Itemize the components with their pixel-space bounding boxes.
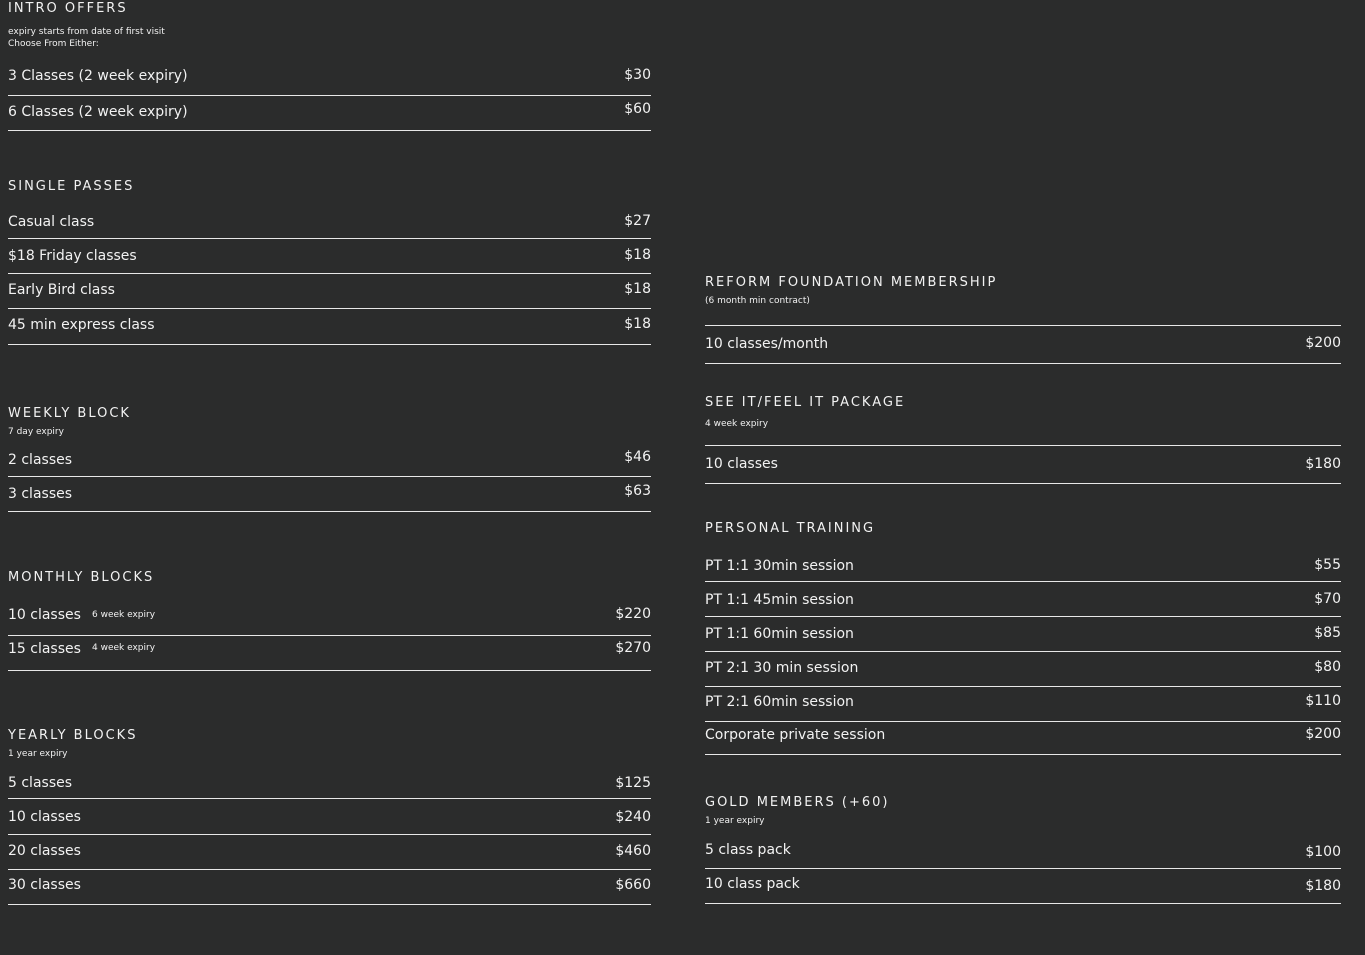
section-subtitle: 7 day expiry: [8, 427, 64, 437]
item-label: 2 classes: [8, 452, 73, 468]
item-label: PT 1:1 30min session: [705, 558, 854, 574]
item-label: 5 classes: [8, 775, 73, 791]
item-price: $125: [615, 775, 651, 791]
section-subtitle: Choose From Either:: [8, 39, 99, 49]
price-row: 20 classes $460: [8, 835, 651, 870]
item-price: $180: [1305, 456, 1341, 472]
item-price: $30: [624, 67, 651, 83]
section-subtitle: 1 year expiry: [705, 816, 765, 826]
section-subtitle: expiry starts from date of first visit: [8, 27, 165, 37]
price-row: Early Bird class $18: [8, 274, 651, 309]
item-price: $70: [1314, 591, 1341, 607]
price-row: 30 classes $660: [8, 870, 651, 905]
item-price: $240: [615, 809, 651, 825]
item-label: 6 Classes (2 week expiry): [8, 104, 188, 120]
item-price: $18: [624, 281, 651, 297]
price-row: 6 Classes (2 week expiry) $60: [8, 96, 651, 131]
item-label: 30 classes: [8, 877, 81, 893]
item-price: $46: [624, 449, 651, 465]
item-price: $85: [1314, 625, 1341, 641]
item-price: $200: [1305, 726, 1341, 742]
price-row: Casual class $27: [8, 204, 651, 239]
item-price: $200: [1305, 335, 1341, 351]
item-price: $460: [615, 843, 651, 859]
section-title: REFORM FOUNDATION MEMBERSHIP: [705, 275, 998, 290]
section-title: YEARLY BLOCKS: [8, 728, 138, 743]
price-row: 45 min express class $18: [8, 310, 651, 345]
item-price: $18: [624, 247, 651, 263]
price-row: 15 classes 4 week expiry $270: [8, 636, 651, 671]
item-price: $60: [624, 101, 651, 117]
item-label: PT 2:1 30 min session: [705, 660, 859, 676]
item-price: $55: [1314, 557, 1341, 573]
item-price: $110: [1305, 693, 1341, 709]
price-row: PT 2:1 30 min session $80: [705, 652, 1341, 687]
item-label: 3 Classes (2 week expiry): [8, 68, 188, 84]
item-label: PT 1:1 45min session: [705, 592, 854, 608]
price-row: PT 1:1 45min session $70: [705, 582, 1341, 617]
section-title: MONTHLY BLOCKS: [8, 570, 155, 585]
section-title: INTRO OFFERS: [8, 1, 128, 16]
section-subtitle: 1 year expiry: [8, 749, 68, 759]
item-label: PT 2:1 60min session: [705, 694, 854, 710]
price-row: 10 classes/month $200: [705, 329, 1341, 364]
item-label: PT 1:1 60min session: [705, 626, 854, 642]
item-label: 20 classes: [8, 843, 81, 859]
price-row: 5 classes $125: [8, 764, 651, 799]
section-title: WEEKLY BLOCK: [8, 406, 131, 421]
item-label: $18 Friday classes: [8, 248, 137, 264]
price-row: PT 1:1 60min session $85: [705, 617, 1341, 652]
price-row: 2 classes $46: [8, 442, 651, 477]
item-note: 4 week expiry: [92, 643, 156, 653]
item-label: 10 classes: [705, 456, 778, 472]
price-row: 5 class pack $100: [705, 834, 1341, 869]
item-label: Early Bird class: [8, 282, 115, 298]
item-price: $18: [624, 316, 651, 332]
price-row: Corporate private session $200: [705, 720, 1341, 755]
section-title: SEE IT/FEEL IT PACKAGE: [705, 395, 906, 410]
item-label: 5 class pack: [705, 842, 791, 858]
item-label: Corporate private session: [705, 727, 886, 743]
item-label: 10 classes: [8, 809, 81, 825]
header-rule: [705, 291, 1341, 326]
item-price: $220: [615, 606, 651, 622]
price-row: 10 class pack $180: [705, 869, 1341, 904]
item-price: $63: [624, 483, 651, 499]
item-label: 3 classes: [8, 486, 73, 502]
item-note: 6 week expiry: [92, 610, 156, 620]
item-price: $180: [1305, 878, 1341, 894]
item-label: 10 class pack: [705, 876, 800, 892]
item-price: $660: [615, 877, 651, 893]
price-row: 10 classes $180: [705, 449, 1341, 484]
item-price: $100: [1305, 844, 1341, 860]
item-price: $27: [624, 213, 651, 229]
price-row: 10 classes 6 week expiry $220: [8, 601, 651, 636]
item-label: Casual class: [8, 214, 95, 230]
item-label: 10 classes/month: [705, 336, 829, 352]
item-price: $80: [1314, 659, 1341, 675]
price-row: PT 2:1 60min session $110: [705, 687, 1341, 722]
price-row: PT 1:1 30min session $55: [705, 547, 1341, 582]
item-label: 45 min express class: [8, 317, 155, 333]
item-label: 10 classes: [8, 607, 81, 623]
price-row: 10 classes $240: [8, 800, 651, 835]
section-title: SINGLE PASSES: [8, 179, 135, 194]
section-title: GOLD MEMBERS (+60): [705, 795, 890, 810]
price-row: $18 Friday classes $18: [8, 239, 651, 274]
section-title: PERSONAL TRAINING: [705, 521, 876, 536]
header-rule: [705, 411, 1341, 446]
price-row: 3 classes $63: [8, 477, 651, 512]
price-row: 3 Classes (2 week expiry) $30: [8, 61, 651, 96]
item-price: $270: [615, 640, 651, 656]
item-label: 15 classes: [8, 641, 81, 657]
